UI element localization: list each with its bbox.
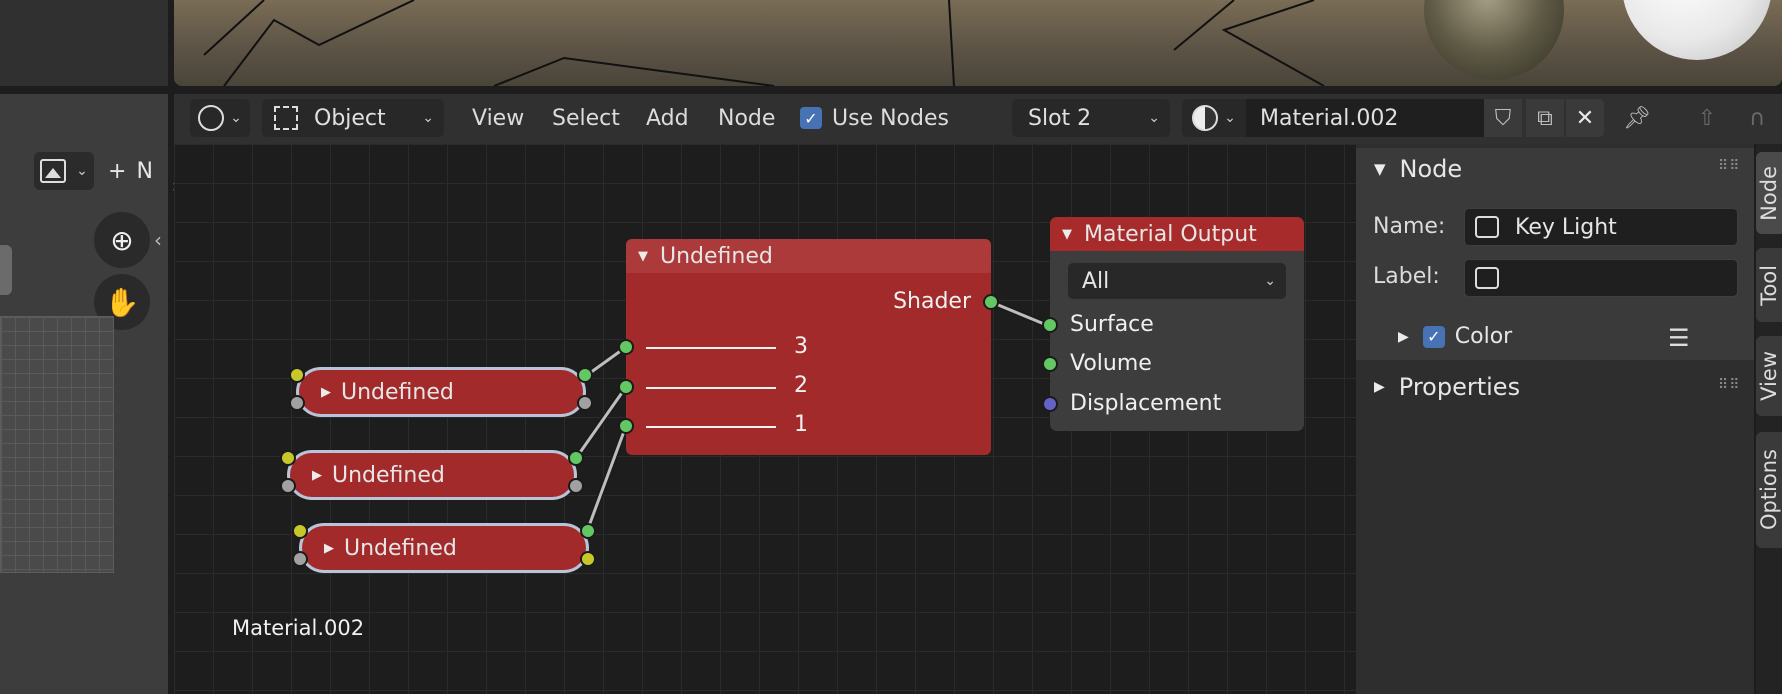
displacement-label: Displacement xyxy=(1070,391,1222,416)
value-input-socket[interactable] xyxy=(280,478,296,494)
collapsed-node-2[interactable]: ▶ Undefined xyxy=(280,450,584,500)
input-label-3: 3 xyxy=(794,334,808,359)
collapsed-node-1[interactable]: ▶ Undefined xyxy=(289,367,593,417)
input-field-line xyxy=(646,347,776,349)
collapse-triangle-icon[interactable]: ▼ xyxy=(638,249,648,264)
label-label: Label: xyxy=(1373,264,1440,289)
tab-tool[interactable]: Tool xyxy=(1756,248,1782,322)
output-target-value: All xyxy=(1082,268,1110,294)
color-input-socket[interactable] xyxy=(280,450,296,466)
color-presets-icon[interactable]: ☰ xyxy=(1668,324,1690,352)
node-title: Undefined xyxy=(341,379,454,405)
node-link xyxy=(584,425,628,535)
tab-node[interactable]: Node xyxy=(1756,152,1782,234)
node-label-field[interactable] xyxy=(1464,259,1738,297)
surface-input-socket[interactable] xyxy=(1042,317,1058,333)
input-field-line xyxy=(646,426,776,428)
tab-node-label: Node xyxy=(1757,165,1781,221)
expand-triangle-icon[interactable]: ▶ xyxy=(312,468,322,483)
node-link xyxy=(990,300,1050,328)
surface-label: Surface xyxy=(1070,312,1154,337)
color-input-socket[interactable] xyxy=(289,367,305,383)
volume-input-socket[interactable] xyxy=(1042,356,1058,372)
shader-output-socket[interactable] xyxy=(568,450,584,466)
input-label-1: 1 xyxy=(794,412,808,437)
input-label-2: 2 xyxy=(794,373,808,398)
node-title: Undefined xyxy=(332,462,445,488)
value-input-socket[interactable] xyxy=(292,551,308,567)
value-output-socket[interactable] xyxy=(568,478,584,494)
volume-label: Volume xyxy=(1070,351,1152,376)
chevron-down-icon: ⌄ xyxy=(1264,273,1276,289)
shader-output-socket[interactable] xyxy=(983,294,999,310)
node-header[interactable]: ▼ Undefined xyxy=(626,239,991,273)
color-label: Color xyxy=(1454,324,1513,349)
expand-triangle-icon: ▶ xyxy=(1374,379,1385,395)
shader-output-socket[interactable] xyxy=(577,367,593,383)
collapse-triangle-icon[interactable]: ▼ xyxy=(1062,227,1072,242)
node-header[interactable]: ▼ Material Output xyxy=(1050,217,1304,251)
node-name-value: Key Light xyxy=(1515,214,1617,240)
material-output-node[interactable]: ▼ Material Output All ⌄ Surface Volume D… xyxy=(1042,217,1304,431)
collapse-triangle-icon: ▼ xyxy=(1374,160,1386,178)
input-field-line xyxy=(646,387,776,389)
expand-triangle-icon: ▶ xyxy=(1398,328,1409,345)
properties-panel-title: Properties xyxy=(1398,373,1521,401)
color-subpanel-toggle[interactable]: ▶ ✓ Color xyxy=(1398,324,1512,349)
expand-triangle-icon[interactable]: ▶ xyxy=(324,541,334,556)
drag-handle-icon[interactable]: ⠿⠿ xyxy=(1718,158,1741,174)
drag-handle-icon[interactable]: ⠿⠿ xyxy=(1718,377,1741,393)
input-socket-1[interactable] xyxy=(618,418,634,434)
undefined-mix-node[interactable]: ▼ Undefined Shader 3 2 1 xyxy=(618,239,999,455)
node-name-field[interactable]: Key Light xyxy=(1464,208,1738,246)
name-label: Name: xyxy=(1373,214,1446,239)
output-target-select[interactable]: All ⌄ xyxy=(1068,263,1286,299)
value-output-socket[interactable] xyxy=(577,395,593,411)
tab-options-label: Options xyxy=(1757,449,1781,531)
tab-tool-label: Tool xyxy=(1757,264,1781,306)
tab-view[interactable]: View xyxy=(1756,336,1782,416)
node-title: Undefined xyxy=(660,243,773,269)
node-icon xyxy=(1475,216,1499,238)
color-output-socket[interactable] xyxy=(580,551,596,567)
node-icon xyxy=(1475,267,1499,289)
node-panel-header[interactable]: ▼ Node xyxy=(1356,148,1754,190)
collapsed-node-3[interactable]: ▶ Undefined xyxy=(292,523,596,573)
shader-output-socket[interactable] xyxy=(580,523,596,539)
tab-options[interactable]: Options xyxy=(1756,432,1782,548)
value-input-socket[interactable] xyxy=(289,395,305,411)
shader-output-label: Shader xyxy=(893,289,971,314)
displacement-input-socket[interactable] xyxy=(1042,396,1058,412)
input-socket-2[interactable] xyxy=(618,379,634,395)
node-title: Undefined xyxy=(344,535,457,561)
checkmark-icon[interactable]: ✓ xyxy=(1422,325,1445,348)
node-panel-title: Node xyxy=(1399,155,1463,183)
input-socket-3[interactable] xyxy=(618,339,634,355)
color-input-socket[interactable] xyxy=(292,523,308,539)
node-title: Material Output xyxy=(1084,221,1257,247)
node-tree-name: Material.002 xyxy=(232,616,365,640)
expand-triangle-icon[interactable]: ▶ xyxy=(321,385,331,400)
tab-view-label: View xyxy=(1757,351,1781,401)
properties-panel-header[interactable]: ▶ Properties xyxy=(1356,366,1754,408)
